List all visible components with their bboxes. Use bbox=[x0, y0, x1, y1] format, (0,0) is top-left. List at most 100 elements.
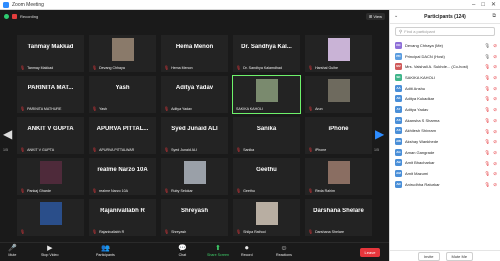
avatar: AY bbox=[395, 105, 402, 113]
participant-display-name: Rajanivallabh R bbox=[100, 208, 145, 214]
participant-list-item[interactable]: MV Mrs. Vaishali A. Sukhde... (Co-host) 🎙 ⊘ bbox=[390, 61, 500, 72]
participant-tile[interactable]: Aditya Yadav 🎙 Aditya Yadav bbox=[161, 76, 228, 113]
participant-tile[interactable]: Dr. Sandhya Kal... 🎙 Dr. Sandhya Kalamdhad bbox=[233, 35, 300, 72]
participant-tile[interactable]: 🎙 Ruby Selokar bbox=[161, 158, 228, 195]
page-indicator-right: 1/5 bbox=[374, 148, 379, 152]
mic-muted-icon: 🎙 bbox=[92, 65, 98, 70]
mic-muted-icon: 🎙 bbox=[164, 147, 170, 152]
participant-name-text: iPhone bbox=[315, 148, 327, 152]
participant-search-input[interactable] bbox=[404, 29, 493, 34]
participant-list-item[interactable]: AA Aditi Anshu 🎙 ⊘ bbox=[390, 83, 500, 94]
participant-list-item[interactable]: AG Aman Gangrade 🎙 ⊘ bbox=[390, 147, 500, 158]
participant-tile[interactable]: realme Narzo 10A 🎙 realme Narzo 10A bbox=[89, 158, 156, 195]
mic-muted-icon: 🎙 bbox=[484, 149, 491, 155]
mute-me-button[interactable]: Mute Me bbox=[445, 251, 474, 261]
participant-list-item[interactable]: SK SAKIKA KAHOLI 🎙 ⊘ bbox=[390, 72, 500, 83]
participant-tile[interactable]: ANKIT V GUPTA 🎙 ANKIT V GUPTA bbox=[17, 117, 84, 154]
participant-tile[interactable]: Syed Junaid ALI 🎙 Syed Junaid ALI bbox=[161, 117, 228, 154]
zoom-logo-icon bbox=[3, 1, 9, 8]
video-off-icon: ⊘ bbox=[493, 139, 497, 145]
invite-button[interactable]: Invite bbox=[417, 251, 440, 261]
security-shield-icon[interactable] bbox=[4, 14, 9, 19]
participant-tile[interactable]: 🎙 Arun bbox=[305, 76, 372, 113]
collapse-chevron-icon[interactable]: ⌄ bbox=[394, 13, 398, 19]
participant-name-label: 🎙 Geethu bbox=[236, 189, 255, 194]
reactions-button[interactable]: ☺ Reactions bbox=[276, 245, 292, 258]
video-off-icon: ⊘ bbox=[493, 171, 497, 177]
participant-status-icons: 🎙 ⊘ bbox=[485, 129, 498, 134]
view-button[interactable]: ⊞ View bbox=[365, 13, 385, 20]
participant-tile[interactable]: Sanika 🎙 Sanika bbox=[233, 117, 300, 154]
participant-list-name: Anirudhha Raturkar bbox=[405, 181, 440, 187]
participant-name-text: Yash bbox=[99, 107, 108, 111]
avatar: AA bbox=[395, 84, 402, 92]
participant-list-item[interactable]: PD Principal DACN (Host) 🎙 ⊘ bbox=[390, 51, 500, 62]
video-area: Recording ⊞ View ◀ ▶ 1/5 1/5 Tanmay Makk… bbox=[0, 10, 389, 242]
participant-list-item[interactable]: AS Akansha S Sharma 🎙 ⊘ bbox=[390, 115, 500, 126]
participant-name-label: 🎙 Ruby Selokar bbox=[164, 189, 193, 194]
participant-name-label: 🎙 Syed Junaid ALI bbox=[164, 147, 197, 153]
avatar: AG bbox=[395, 148, 402, 156]
avatar: AB bbox=[395, 159, 402, 167]
mute-button[interactable]: 🎤 Mute bbox=[8, 245, 17, 258]
participant-tile[interactable]: 🎙 Pankaj Gharde bbox=[17, 158, 84, 195]
participant-name-label: 🎙 Aditya Yadav bbox=[164, 106, 192, 112]
leave-button[interactable]: Leave bbox=[360, 248, 380, 257]
mic-muted-icon: 🎙 bbox=[20, 188, 26, 193]
participant-name-label: 🎙 Dr. Sandhya Kalamdhad bbox=[236, 66, 282, 71]
participant-list-name: Aditya Yadav bbox=[405, 106, 429, 112]
chat-button[interactable]: 💬 Chat bbox=[178, 245, 187, 258]
participant-list-item[interactable]: AM Amit Mazumi 🎙 ⊘ bbox=[390, 168, 500, 179]
participant-status-icons: 🎙 ⊘ bbox=[485, 118, 498, 123]
participant-list-item[interactable]: AS Akhilesh Shivram 🎙 ⊘ bbox=[390, 126, 500, 137]
participant-tile[interactable]: PARINITA MAT... 🎙 PARINITA MATHURE bbox=[17, 76, 84, 113]
video-off-icon: ⊘ bbox=[493, 96, 497, 102]
participant-tile[interactable]: Yash 🎙 Yash bbox=[89, 76, 156, 113]
title-bar: Zoom Meeting – □ ✕ bbox=[0, 0, 500, 10]
participant-display-name: Shreyash bbox=[180, 208, 208, 214]
participant-video-thumbnail bbox=[39, 161, 62, 184]
participant-list-item[interactable]: AW Akshay Wankhede 🎙 ⊘ bbox=[390, 136, 500, 147]
participant-video-thumbnail bbox=[255, 79, 278, 102]
maximize-button[interactable]: □ bbox=[481, 1, 485, 9]
participant-tile[interactable]: 🎙 Shilpa Rathod bbox=[233, 199, 300, 236]
participant-tile[interactable]: Tanmay Makkad 🎙 Tanmay Makkad bbox=[17, 35, 84, 72]
participant-name-text: Aditya Yadav bbox=[171, 107, 192, 111]
participant-tile[interactable]: APURVA PITTAL... 🎙 APURVA PITTALWAR bbox=[89, 117, 156, 154]
participant-list-item[interactable]: AY Aditya Yadav 🎙 ⊘ bbox=[390, 104, 500, 115]
mic-muted-icon: 🎙 bbox=[164, 106, 170, 111]
participant-name-label: 🎙 Shilpa Rathod bbox=[236, 230, 266, 235]
participant-tile[interactable]: Shreyash 🎙 Shreyash bbox=[161, 199, 228, 236]
popout-icon[interactable]: ⧉ bbox=[492, 13, 496, 19]
stop-video-button[interactable]: ▶ Stop Video bbox=[41, 245, 59, 258]
participant-tile[interactable]: 🎙 Devang Chhaya bbox=[89, 35, 156, 72]
minimize-button[interactable]: – bbox=[472, 1, 475, 9]
mic-muted-icon: 🎙 bbox=[484, 53, 491, 59]
participant-tile[interactable]: SAKIKA KAHOLI bbox=[232, 75, 301, 114]
participant-tile[interactable]: Rajanivallabh R 🎙 Rajanivallabh R bbox=[89, 199, 156, 236]
participant-list-name: Amit Bhacharkar bbox=[405, 160, 435, 166]
participant-list-item[interactable]: AR Anirudhha Raturkar 🎙 ⊘ bbox=[390, 179, 500, 190]
participant-tile[interactable]: Darshana Shelare 🎙 Darshana Shelare bbox=[305, 199, 372, 236]
record-button[interactable]: ⏺ Record bbox=[241, 245, 253, 258]
participant-tile[interactable]: Geethu 🎙 Geethu bbox=[233, 158, 300, 195]
participant-name-label: 🎙 ANKIT V GUPTA bbox=[20, 147, 54, 153]
close-window-button[interactable]: ✕ bbox=[491, 1, 496, 9]
mic-muted-icon: 🎙 bbox=[484, 128, 491, 134]
mic-muted-icon: 🎙 bbox=[20, 147, 26, 152]
participant-tile[interactable]: Hema Menon 🎙 Hema Menon bbox=[161, 35, 228, 72]
share-screen-button[interactable]: ⬆ Share Screen bbox=[207, 245, 229, 258]
participant-list-item[interactable]: AK Aditya Kukadkar 🎙 ⊘ bbox=[390, 93, 500, 104]
participant-tile[interactable]: 🎙 Reda Rahim bbox=[305, 158, 372, 195]
next-page-arrow-icon[interactable]: ▶ bbox=[375, 128, 384, 140]
participant-tile[interactable]: 🎙 Harshal Gulhe bbox=[305, 35, 372, 72]
participant-tile[interactable]: 🎙 bbox=[17, 199, 84, 236]
recording-indicator: Recording bbox=[4, 14, 38, 19]
prev-page-arrow-icon[interactable]: ◀ bbox=[3, 128, 12, 140]
participant-list-item[interactable]: DC Devang Chhaya (Me) 🎙 ⊘ bbox=[390, 40, 500, 51]
participants-button[interactable]: 👥 Participants bbox=[96, 245, 115, 258]
participant-list-item[interactable]: AB Amit Bhacharkar 🎙 ⊘ bbox=[390, 158, 500, 169]
participant-name-label: 🎙 Reda Rahim bbox=[308, 189, 335, 194]
participant-display-name: realme Narzo 10A bbox=[97, 167, 148, 173]
participant-tile[interactable]: iPhone 🎙 iPhone bbox=[305, 117, 372, 154]
